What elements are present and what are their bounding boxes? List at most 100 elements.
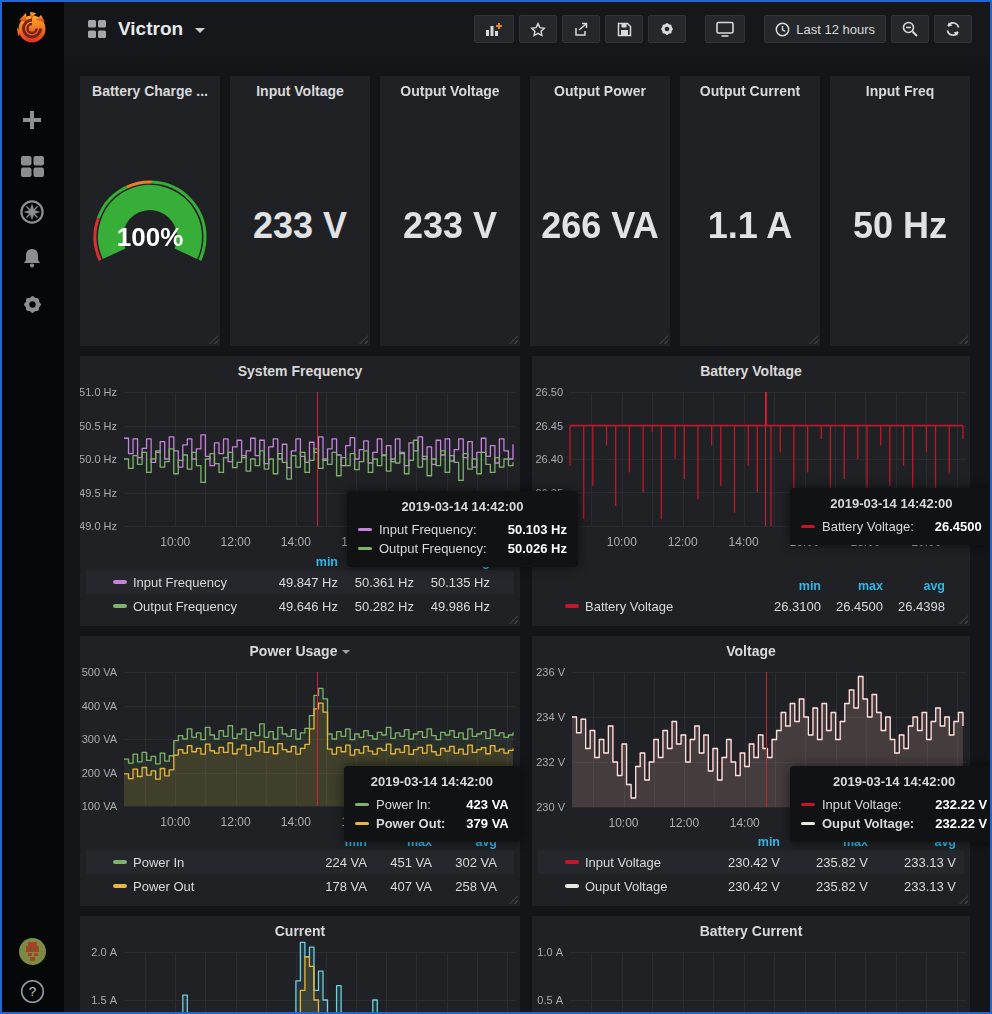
legend-series-name: Ouput Voltage	[585, 879, 667, 894]
tooltip-series-label: Input Frequency:	[379, 522, 477, 537]
legend-value: 302 VA	[432, 855, 497, 870]
tooltip-timestamp: 2019-03-14 14:42:00	[358, 499, 567, 514]
legend-header-avg[interactable]: avg	[883, 579, 945, 593]
legend-row[interactable]: Input Voltage230.42 V235.82 V233.13 V	[538, 850, 964, 874]
tv-mode-button[interactable]	[705, 15, 745, 43]
legend-header-max[interactable]: max	[821, 579, 883, 593]
alerting-bell-icon[interactable]	[20, 246, 44, 270]
tooltip-series-value: 423 VA	[452, 797, 508, 812]
legend-value: 235.82 V	[780, 855, 868, 870]
tooltip-series-row: Input Voltage:232.22 V	[801, 795, 987, 814]
star-button[interactable]	[519, 15, 557, 43]
legend-series-swatch	[565, 884, 579, 888]
explore-icon[interactable]	[20, 200, 44, 224]
legend-values: 49.847 Hz50.361 Hz50.135 Hz	[262, 575, 490, 590]
legend-row[interactable]: Ouput Voltage230.42 V235.82 V233.13 V	[538, 874, 964, 898]
legend-value: 224 VA	[302, 855, 367, 870]
zoom-out-button[interactable]	[891, 15, 929, 43]
chart-canvas[interactable]	[80, 916, 520, 1014]
legend-row[interactable]: Power In224 VA451 VA302 VA	[86, 850, 514, 874]
save-button[interactable]	[605, 15, 643, 43]
panel-resize-handle[interactable]	[359, 335, 368, 344]
tooltip-series-swatch	[801, 803, 815, 806]
stat-value: 266 VA	[530, 205, 670, 247]
refresh-button[interactable]	[934, 15, 972, 43]
settings-gear-icon[interactable]	[20, 292, 44, 316]
time-range-label: Last 12 hours	[796, 22, 875, 37]
legend-series-name: Input Frequency	[133, 575, 227, 590]
legend-value: 26.4398	[883, 599, 945, 614]
clock-icon	[775, 22, 790, 37]
tooltip-series-label: Ouput Voltage:	[822, 816, 914, 831]
share-button[interactable]	[562, 15, 600, 43]
legend-row[interactable]: Power Out 178 VA407 VA258 VA	[86, 874, 514, 898]
legend-row[interactable]: Battery Voltage26.310026.450026.4398	[538, 594, 964, 618]
graph-tooltip: 2019-03-14 14:42:00 Input Frequency: 50.10…	[347, 491, 578, 567]
tooltip-series-value: 379 VA	[452, 816, 508, 831]
legend-value: 49.847 Hz	[262, 575, 338, 590]
tooltip-timestamp: 2019-03-14 14:42:00	[801, 496, 982, 511]
tooltip-series-swatch	[358, 547, 372, 550]
panel-title[interactable]: Output Voltage	[380, 83, 520, 99]
legend-header-min[interactable]: min	[759, 579, 821, 593]
legend-header-min[interactable]: min	[692, 835, 780, 849]
legend-header-min[interactable]: min	[262, 555, 338, 569]
tooltip-series-row: Battery Voltage:26.4500	[801, 517, 982, 536]
legend-value: 26.4500	[821, 599, 883, 614]
panel-title[interactable]: Output Current	[680, 83, 820, 99]
legend-values: 178 VA407 VA258 VA	[302, 879, 497, 894]
legend-series-swatch	[113, 580, 127, 584]
tooltip-series-swatch	[358, 528, 372, 531]
add-panel-button[interactable]	[474, 15, 514, 43]
tooltip-series-row: Output Frequency:50.026 Hz	[358, 539, 567, 558]
tooltip-series-label: Battery Voltage:	[822, 519, 914, 534]
dashboard-grid-icon[interactable]	[88, 20, 106, 38]
panel-output-voltage: Output Voltage233 V	[380, 76, 520, 346]
stat-value: 50 Hz	[830, 205, 970, 247]
tooltip-timestamp: 2019-03-14 14:42:00	[801, 774, 987, 789]
grafana-logo[interactable]	[14, 10, 50, 46]
legend-series-name: Power Out	[133, 879, 194, 894]
graph-tooltip: 2019-03-14 14:42:00 Battery Voltage:26.45…	[790, 488, 992, 545]
graph-tooltip: 2019-03-14 14:42:00 Input Voltage:232.22 …	[790, 766, 992, 842]
tooltip-series-row: Input Frequency: 50.103 Hz	[358, 520, 567, 539]
legend-row[interactable]: Input Frequency 49.847 Hz50.361 Hz50.135 …	[86, 570, 514, 594]
legend-series-name: Output Frequency	[133, 599, 237, 614]
panel-resize-handle[interactable]	[959, 335, 968, 344]
dashboards-icon[interactable]	[20, 154, 44, 178]
tooltip-series-value: 50.103 Hz	[494, 522, 567, 537]
legend-row[interactable]: Output Frequency49.646 Hz50.282 Hz49.986…	[86, 594, 514, 618]
add-icon[interactable]	[20, 108, 44, 132]
panel-input-freq: Input Freq 50 Hz	[830, 76, 970, 346]
tooltip-series-value: 232.22 V	[921, 797, 987, 812]
avatar[interactable]	[19, 938, 46, 965]
panel-resize-handle[interactable]	[659, 335, 668, 344]
legend-series-swatch	[113, 884, 127, 888]
chart-canvas[interactable]	[532, 916, 970, 1014]
panel-title[interactable]: Input Freq	[830, 83, 970, 99]
panel-resize-handle[interactable]	[809, 335, 818, 344]
tooltip-timestamp: 2019-03-14 14:42:00	[355, 774, 509, 789]
panel-title[interactable]: Input Voltage	[230, 83, 370, 99]
tooltip-series-row: Power In:423 VA	[355, 795, 509, 814]
graph-tooltip: 2019-03-14 14:42:00Power In:423 VAPower …	[344, 766, 520, 842]
legend-value: 233.13 V	[868, 879, 956, 894]
panel-settings-button[interactable]	[648, 15, 686, 43]
legend-value: 49.986 Hz	[414, 599, 490, 614]
panel-resize-handle[interactable]	[509, 335, 518, 344]
legend-value: 230.42 V	[692, 879, 780, 894]
tooltip-series-row: Ouput Voltage:232.22 V	[801, 814, 987, 833]
time-range-button[interactable]: Last 12 hours	[764, 15, 886, 43]
dashboard-title[interactable]: Victron	[118, 18, 183, 40]
chevron-down-icon[interactable]	[195, 28, 205, 33]
navbar: Victron Last 12 hours	[64, 0, 992, 57]
help-icon[interactable]: ?	[20, 979, 45, 1004]
panel-title[interactable]: Output Power	[530, 83, 670, 99]
legend-header-cols: minmaxavg	[759, 579, 945, 593]
sidebar: ?	[0, 0, 64, 1014]
gauge-chart[interactable]	[80, 76, 220, 346]
legend-values: 224 VA451 VA302 VA	[302, 855, 497, 870]
stat-value: 233 V	[230, 205, 370, 247]
legend-value: 50.135 Hz	[414, 575, 490, 590]
legend-value: 50.361 Hz	[338, 575, 414, 590]
